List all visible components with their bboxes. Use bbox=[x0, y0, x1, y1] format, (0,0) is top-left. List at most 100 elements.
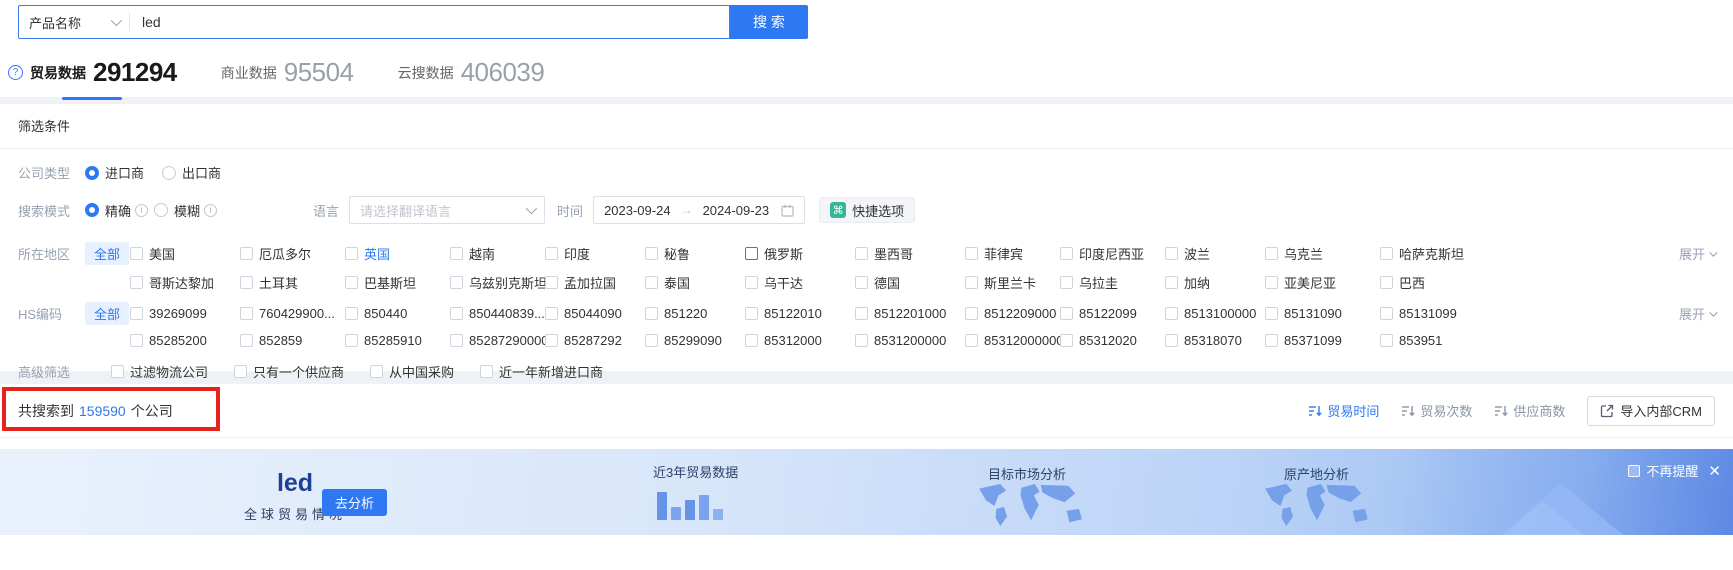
checkbox-item[interactable]: 8513100000 bbox=[1165, 306, 1265, 321]
checkbox[interactable] bbox=[450, 247, 463, 260]
checkbox[interactable] bbox=[1165, 247, 1178, 260]
checkbox-item[interactable]: 乌克兰 bbox=[1265, 244, 1380, 263]
checkbox[interactable] bbox=[965, 276, 978, 289]
radio-importer[interactable]: 进口商 bbox=[85, 163, 144, 182]
checkbox-item[interactable]: 墨西哥 bbox=[855, 244, 965, 263]
checkbox-item[interactable]: 厄瓜多尔 bbox=[240, 244, 345, 263]
tab-business-data[interactable]: 商业数据 95504 bbox=[221, 57, 354, 94]
checkbox-item[interactable]: 只有一个供应商 bbox=[234, 362, 344, 381]
checkbox[interactable] bbox=[450, 307, 463, 320]
checkbox[interactable] bbox=[1380, 307, 1393, 320]
dismiss-checkbox[interactable] bbox=[1628, 464, 1641, 477]
checkbox-item[interactable]: 8512209000 bbox=[965, 306, 1060, 321]
date-range-picker[interactable]: 2023-09-24 → 2024-09-23 bbox=[593, 196, 806, 224]
checkbox[interactable] bbox=[965, 247, 978, 260]
search-category-select[interactable]: 产品名称 bbox=[19, 13, 129, 32]
checkbox-item[interactable]: 852859 bbox=[240, 333, 345, 348]
checkbox-item[interactable]: 8531200000 bbox=[855, 333, 965, 348]
checkbox-item[interactable]: 泰国 bbox=[645, 273, 745, 292]
checkbox[interactable] bbox=[545, 334, 558, 347]
checkbox-item[interactable]: 印度 bbox=[545, 244, 645, 263]
checkbox-item[interactable]: 乌干达 bbox=[745, 273, 855, 292]
sort-trade-count[interactable]: 贸易次数 bbox=[1401, 401, 1472, 420]
checkbox[interactable] bbox=[345, 307, 358, 320]
checkbox[interactable] bbox=[480, 365, 494, 378]
checkbox-item[interactable]: 39269099 bbox=[130, 306, 240, 321]
checkbox-item[interactable]: 8512201000 bbox=[855, 306, 965, 321]
checkbox[interactable] bbox=[1165, 334, 1178, 347]
checkbox-item[interactable]: 85312000000 bbox=[965, 333, 1060, 348]
checkbox[interactable] bbox=[450, 334, 463, 347]
checkbox[interactable] bbox=[645, 307, 658, 320]
checkbox-item[interactable]: 851220 bbox=[645, 306, 745, 321]
checkbox[interactable] bbox=[345, 247, 358, 260]
checkbox[interactable] bbox=[1265, 334, 1278, 347]
checkbox[interactable] bbox=[1380, 247, 1393, 260]
checkbox-item[interactable]: 菲律宾 bbox=[965, 244, 1060, 263]
checkbox[interactable] bbox=[1265, 307, 1278, 320]
checkbox-item[interactable]: 85285910 bbox=[345, 333, 450, 348]
checkbox[interactable] bbox=[1060, 276, 1073, 289]
checkbox-item[interactable]: 俄罗斯 bbox=[745, 244, 855, 263]
hs-all-chip[interactable]: 全部 bbox=[85, 302, 130, 325]
checkbox[interactable] bbox=[111, 365, 124, 378]
checkbox-item[interactable]: 波兰 bbox=[1165, 244, 1265, 263]
checkbox-item[interactable]: 亚美尼亚 bbox=[1265, 273, 1380, 292]
checkbox[interactable] bbox=[234, 365, 248, 378]
checkbox-item[interactable]: 乌兹别克斯坦 bbox=[450, 273, 545, 292]
checkbox-item[interactable]: 越南 bbox=[450, 244, 545, 263]
radio-dot-selected[interactable] bbox=[85, 203, 99, 217]
checkbox-item[interactable]: 85131090 bbox=[1265, 306, 1380, 321]
search-button[interactable]: 搜 索 bbox=[730, 5, 808, 39]
checkbox-item[interactable]: 85312000 bbox=[745, 333, 855, 348]
radio-dot-selected[interactable] bbox=[85, 165, 99, 180]
question-icon[interactable]: ? bbox=[8, 65, 23, 80]
checkbox-item[interactable]: 英国 bbox=[345, 244, 450, 263]
import-crm-button[interactable]: 导入内部CRM bbox=[1587, 395, 1715, 426]
checkbox[interactable] bbox=[130, 334, 143, 347]
checkbox-item[interactable]: 近一年新增进口商 bbox=[480, 362, 603, 381]
checkbox-item[interactable]: 乌拉圭 bbox=[1060, 273, 1165, 292]
checkbox-item[interactable]: 哥斯达黎加 bbox=[130, 273, 240, 292]
language-select[interactable]: 请选择翻译语言 bbox=[349, 196, 546, 224]
checkbox-item[interactable]: 秘鲁 bbox=[645, 244, 745, 263]
checkbox-item[interactable]: 过滤物流公司 bbox=[111, 362, 208, 381]
checkbox-item[interactable]: 巴基斯坦 bbox=[345, 273, 450, 292]
analyze-button[interactable]: 去分析 bbox=[322, 489, 388, 516]
date-start[interactable]: 2023-09-24 bbox=[604, 203, 671, 218]
checkbox[interactable] bbox=[1060, 307, 1073, 320]
checkbox[interactable] bbox=[645, 247, 658, 260]
checkbox-item[interactable]: 美国 bbox=[130, 244, 240, 263]
checkbox[interactable] bbox=[965, 334, 978, 347]
checkbox[interactable] bbox=[545, 307, 558, 320]
radio-exporter[interactable]: 出口商 bbox=[162, 163, 221, 182]
search-input[interactable] bbox=[130, 14, 729, 30]
radio-dot[interactable] bbox=[162, 165, 177, 180]
checkbox[interactable] bbox=[130, 276, 143, 289]
checkbox[interactable] bbox=[855, 307, 868, 320]
checkbox[interactable] bbox=[745, 276, 758, 289]
checkbox[interactable] bbox=[345, 334, 358, 347]
checkbox[interactable] bbox=[240, 276, 253, 289]
checkbox[interactable] bbox=[345, 276, 358, 289]
checkbox[interactable] bbox=[1380, 276, 1393, 289]
checkbox[interactable] bbox=[645, 276, 658, 289]
checkbox[interactable] bbox=[745, 247, 758, 260]
checkbox-item[interactable]: 加纳 bbox=[1165, 273, 1265, 292]
checkbox-item[interactable]: 85287292 bbox=[545, 333, 645, 348]
close-icon[interactable]: ✕ bbox=[1708, 462, 1721, 480]
checkbox-item[interactable]: 85122010 bbox=[745, 306, 855, 321]
checkbox[interactable] bbox=[645, 334, 658, 347]
checkbox-item[interactable]: 孟加拉国 bbox=[545, 273, 645, 292]
quick-options-button[interactable]: ⌘ 快捷选项 bbox=[819, 197, 916, 223]
date-end[interactable]: 2024-09-23 bbox=[703, 203, 770, 218]
checkbox-item[interactable]: 85312020 bbox=[1060, 333, 1165, 348]
checkbox-item[interactable]: 巴西 bbox=[1380, 273, 1500, 292]
checkbox-item[interactable]: 85371099 bbox=[1265, 333, 1380, 348]
checkbox-item[interactable]: 印度尼西亚 bbox=[1060, 244, 1165, 263]
checkbox-item[interactable]: 斯里兰卡 bbox=[965, 273, 1060, 292]
info-icon[interactable]: i bbox=[204, 203, 218, 217]
checkbox[interactable] bbox=[240, 307, 253, 320]
checkbox-item[interactable]: 85131099 bbox=[1380, 306, 1500, 321]
checkbox-item[interactable]: 从中国采购 bbox=[370, 362, 454, 381]
